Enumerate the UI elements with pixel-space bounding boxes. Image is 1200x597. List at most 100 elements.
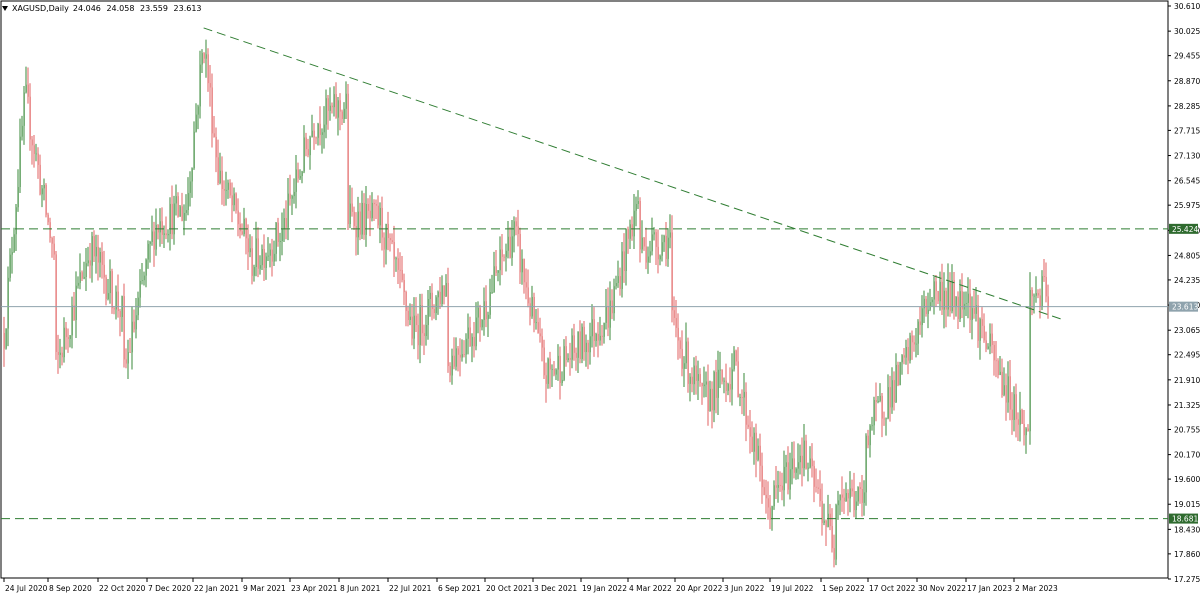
candle-body: [745, 391, 747, 425]
candle-body: [763, 487, 765, 495]
candle-body: [581, 326, 583, 360]
candle-body: [93, 236, 95, 257]
candle-body: [575, 352, 577, 358]
trendline: [203, 27, 1065, 321]
candle-body: [281, 229, 283, 241]
candle-body: [75, 285, 77, 320]
candle-body: [1039, 295, 1041, 307]
candle-body: [895, 364, 897, 403]
low-value: 23.559: [139, 3, 168, 13]
candle-body: [327, 98, 329, 111]
candle-body: [465, 338, 467, 355]
candle-body: [985, 340, 987, 349]
candle-body: [779, 485, 781, 486]
candle-body: [777, 485, 779, 488]
candle-body: [1003, 385, 1005, 395]
candle-body: [37, 153, 39, 165]
candle-body: [727, 384, 729, 391]
candle-body: [623, 251, 625, 271]
candle-body: [131, 321, 133, 353]
candle-body: [521, 258, 523, 273]
candle-body: [323, 124, 325, 133]
x-tick-label: 30 Nov 2022: [918, 584, 966, 593]
candle-body: [737, 361, 739, 398]
candle-body: [793, 458, 795, 473]
candle-body: [401, 270, 403, 281]
candle-body: [173, 203, 175, 235]
candle-body: [631, 224, 633, 237]
candle-body: [23, 92, 25, 126]
candle-body: [123, 296, 125, 360]
candle-body: [185, 210, 187, 213]
candle-body: [1015, 394, 1017, 420]
candle-body: [651, 234, 653, 252]
candle-body: [953, 280, 955, 306]
candle-body: [407, 310, 409, 321]
candle-body: [373, 202, 375, 205]
candle-body: [981, 319, 983, 326]
candle-body: [57, 351, 59, 355]
candle-body: [193, 131, 195, 169]
candle-body: [27, 84, 29, 97]
y-tick-label: 19.600: [1174, 475, 1200, 484]
candle-body: [43, 184, 45, 189]
candle-body: [297, 169, 299, 179]
candle-body: [331, 105, 333, 108]
candle-body: [127, 352, 129, 364]
candle-body: [441, 285, 443, 305]
candle-body: [617, 276, 619, 284]
chart-area[interactable]: 30.610 30.025 29.455 28.870 28.285 27.715 27.1…: [0, 0, 1200, 597]
candle-body: [333, 94, 335, 108]
candle-body: [473, 336, 475, 347]
candle-body: [561, 379, 563, 383]
candle-body: [1043, 276, 1045, 277]
candle-body: [45, 184, 47, 215]
candle-body: [849, 488, 851, 499]
candle-body: [443, 285, 445, 297]
candle-body: [349, 203, 351, 225]
candle-body: [705, 381, 707, 385]
candle-body: [873, 400, 875, 426]
candle-body: [863, 492, 865, 503]
candle-body: [941, 281, 943, 310]
candle-body: [799, 455, 801, 463]
candle-body: [827, 513, 829, 527]
candle-body: [329, 105, 331, 111]
candle-body: [839, 494, 841, 501]
candle-body: [685, 341, 687, 364]
candle-body: [359, 211, 361, 235]
candle-body: [239, 224, 241, 232]
candle-body: [61, 352, 63, 358]
candle-body: [707, 381, 709, 412]
candle-body: [203, 53, 205, 59]
candle-body: [309, 137, 311, 156]
candle-body: [683, 363, 685, 369]
price-chart[interactable]: 30.610 30.025 29.455 28.870 28.285 27.715 27.1…: [0, 0, 1200, 597]
candle-body: [291, 196, 293, 199]
y-tick-label: 20.755: [1174, 425, 1200, 434]
candle-body: [845, 493, 847, 502]
candle-body: [899, 362, 901, 385]
candle-body: [321, 132, 323, 135]
candle-body: [347, 93, 349, 225]
collapse-arrow-icon[interactable]: [2, 5, 8, 11]
candle-body: [249, 248, 251, 253]
candle-body: [795, 468, 797, 473]
candle-body: [665, 235, 667, 259]
y-tick-label: 28.870: [1174, 77, 1200, 86]
candle-body: [483, 301, 485, 320]
candle-body: [883, 418, 885, 420]
candle-body: [993, 344, 995, 361]
candle-body: [351, 203, 353, 212]
candle-body: [133, 321, 135, 330]
candle-body: [191, 168, 193, 182]
candle-body: [495, 266, 497, 273]
candle-body: [639, 201, 641, 250]
candle-body: [15, 207, 17, 235]
candle-body: [17, 187, 19, 208]
candle-body: [1017, 419, 1019, 425]
candle-body: [927, 309, 929, 314]
candle-body: [785, 462, 787, 467]
candle-body: [87, 260, 89, 264]
candle-body: [11, 252, 13, 255]
